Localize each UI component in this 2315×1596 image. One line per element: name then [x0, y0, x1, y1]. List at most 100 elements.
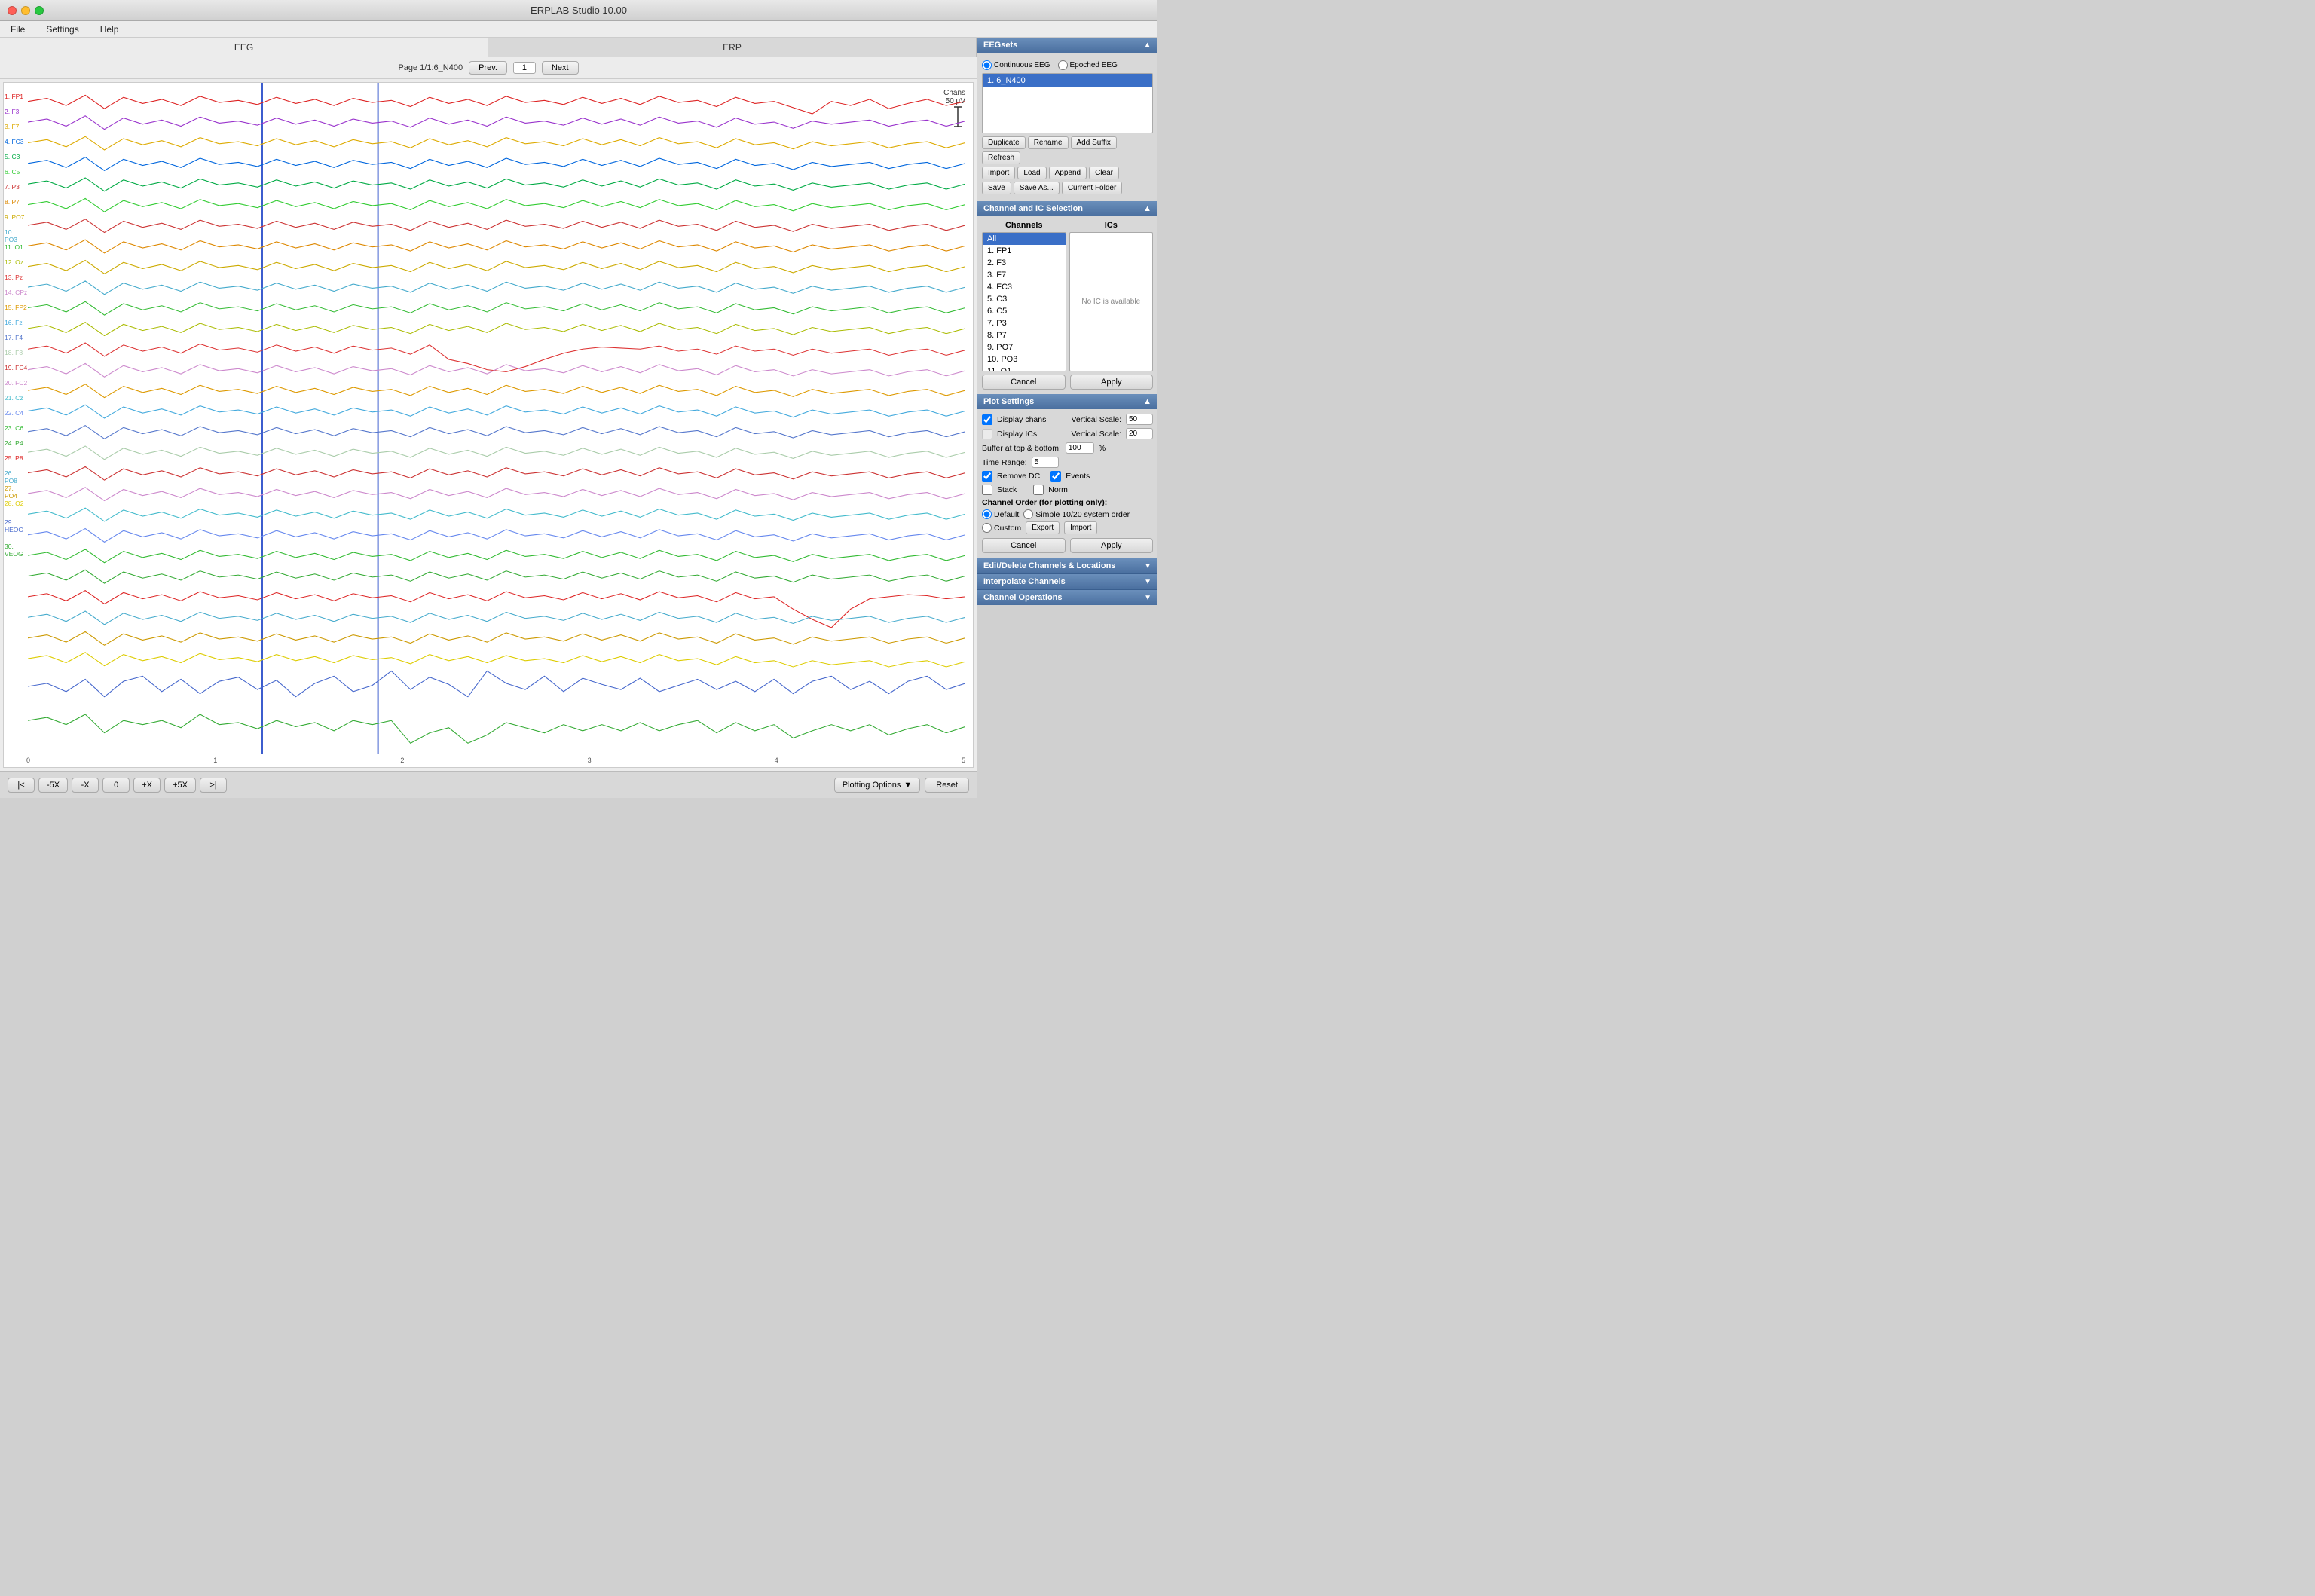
vertical-scale-label-ics: Vertical Scale: — [1071, 430, 1121, 439]
nav-minusx-button[interactable]: -X — [72, 778, 99, 793]
display-chans-checkbox[interactable] — [982, 414, 992, 425]
default-order-option[interactable]: Default — [982, 509, 1019, 519]
append-button[interactable]: Append — [1049, 167, 1087, 179]
interpolate-section[interactable]: Interpolate Channels ▼ — [977, 573, 1158, 589]
load-button[interactable]: Load — [1017, 167, 1046, 179]
eegset-item-1[interactable]: 1. 6_N400 — [983, 74, 1152, 87]
default-order-radio[interactable] — [982, 509, 992, 519]
epoched-eeg-radio[interactable] — [1058, 60, 1068, 70]
toolbar-right: Plotting Options ▼ Reset — [834, 778, 969, 793]
ics-scale-input[interactable] — [1126, 428, 1153, 439]
close-button[interactable] — [8, 6, 17, 15]
display-ics-checkbox[interactable] — [982, 429, 992, 439]
channel-6[interactable]: 6. C5 — [983, 305, 1066, 317]
rename-button[interactable]: Rename — [1028, 136, 1069, 149]
menu-settings[interactable]: Settings — [41, 23, 83, 36]
channel-list[interactable]: All 1. FP1 2. F3 3. F7 4. FC3 5. C3 6. C… — [982, 232, 1066, 371]
channel-2[interactable]: 2. F3 — [983, 257, 1066, 269]
nav-zero-button[interactable]: 0 — [102, 778, 130, 793]
channel-11[interactable]: 11. O1 — [983, 365, 1066, 371]
minimize-button[interactable] — [21, 6, 30, 15]
chan-label-30: 30. VEOG — [5, 543, 28, 558]
custom-order-radio[interactable] — [982, 523, 992, 533]
export-order-button[interactable]: Export — [1026, 521, 1060, 534]
chan-ic-action-buttons: Cancel Apply — [982, 375, 1153, 390]
eegsets-header: EEGsets ▲ — [977, 38, 1158, 53]
vertical-scale-label-chans: Vertical Scale: — [1071, 415, 1121, 424]
reset-button[interactable]: Reset — [925, 778, 969, 793]
tab-eeg[interactable]: EEG — [0, 38, 488, 57]
edit-channels-label: Edit/Delete Channels & Locations — [983, 561, 1115, 570]
chan-apply-button[interactable]: Apply — [1070, 375, 1154, 390]
channel-3[interactable]: 3. F7 — [983, 269, 1066, 281]
import-button[interactable]: Import — [982, 167, 1015, 179]
nav-last-button[interactable]: >| — [200, 778, 227, 793]
x-axis: 0 1 2 3 4 5 — [26, 757, 965, 764]
add-suffix-button[interactable]: Add Suffix — [1071, 136, 1117, 149]
nav-plusx-button[interactable]: +X — [133, 778, 161, 793]
refresh-button[interactable]: Refresh — [982, 151, 1020, 164]
eegset-list: 1. 6_N400 — [982, 73, 1153, 133]
page-input[interactable] — [513, 62, 536, 74]
buffer-input[interactable] — [1066, 442, 1094, 454]
continuous-eeg-radio[interactable] — [982, 60, 992, 70]
x-tick-4: 4 — [775, 757, 778, 764]
edit-channels-arrow-icon: ▼ — [1144, 562, 1151, 570]
save-button[interactable]: Save — [982, 182, 1011, 194]
maximize-button[interactable] — [35, 6, 44, 15]
channel-5[interactable]: 5. C3 — [983, 293, 1066, 305]
menu-file[interactable]: File — [6, 23, 29, 36]
eeg-type-radio: Continuous EEG Epoched EEG — [982, 57, 1153, 73]
channel-10[interactable]: 10. PO3 — [983, 353, 1066, 365]
simple1020-order-option[interactable]: Simple 10/20 system order — [1023, 509, 1130, 519]
eegsets-scroll-icon: ▲ — [1143, 41, 1151, 50]
eegsets-action-buttons: Duplicate Rename Add Suffix Refresh — [982, 136, 1153, 164]
chan-label-25: 25. P8 — [5, 454, 23, 462]
save-as-button[interactable]: Save As... — [1014, 182, 1060, 194]
current-folder-button[interactable]: Current Folder — [1062, 182, 1122, 194]
chan-label-6: 6. C5 — [5, 168, 20, 176]
channel-ops-section[interactable]: Channel Operations ▼ — [977, 589, 1158, 605]
prev-button[interactable]: Prev. — [469, 61, 507, 75]
events-checkbox[interactable] — [1050, 471, 1061, 482]
menu-help[interactable]: Help — [96, 23, 124, 36]
chan-cancel-button[interactable]: Cancel — [982, 375, 1066, 390]
channel-ops-label: Channel Operations — [983, 593, 1063, 602]
edit-channels-section[interactable]: Edit/Delete Channels & Locations ▼ — [977, 558, 1158, 573]
duplicate-button[interactable]: Duplicate — [982, 136, 1026, 149]
nav-minus5x-button[interactable]: -5X — [38, 778, 68, 793]
norm-checkbox[interactable] — [1033, 485, 1044, 495]
nav-plus5x-button[interactable]: +5X — [164, 778, 196, 793]
channel-7[interactable]: 7. P3 — [983, 317, 1066, 329]
channel-1[interactable]: 1. FP1 — [983, 245, 1066, 257]
import-order-button[interactable]: Import — [1064, 521, 1097, 534]
next-button[interactable]: Next — [542, 61, 579, 75]
simple1020-order-radio[interactable] — [1023, 509, 1033, 519]
channel-8[interactable]: 8. P7 — [983, 329, 1066, 341]
chan-label-13: 13. Pz — [5, 274, 23, 281]
epoched-eeg-option[interactable]: Epoched EEG — [1058, 60, 1118, 70]
channel-9[interactable]: 9. PO7 — [983, 341, 1066, 353]
nav-first-button[interactable]: |< — [8, 778, 35, 793]
ic-list: No IC is available — [1069, 232, 1154, 371]
ps-apply-button[interactable]: Apply — [1070, 538, 1154, 553]
plot-settings-buttons: Cancel Apply — [982, 538, 1153, 553]
chan-label-11: 11. O1 — [5, 243, 23, 251]
time-range-input[interactable] — [1032, 457, 1059, 468]
clear-button[interactable]: Clear — [1089, 167, 1119, 179]
chans-scale-input[interactable] — [1126, 414, 1153, 425]
channel-4[interactable]: 4. FC3 — [983, 281, 1066, 293]
tab-erp[interactable]: ERP — [488, 38, 977, 57]
remove-dc-checkbox[interactable] — [982, 471, 992, 482]
stack-checkbox[interactable] — [982, 485, 992, 495]
custom-order-option[interactable]: Custom — [982, 523, 1021, 533]
channel-all[interactable]: All — [983, 233, 1066, 245]
channel-order-label: Channel Order (for plotting only): — [982, 498, 1153, 507]
continuous-eeg-option[interactable]: Continuous EEG — [982, 60, 1050, 70]
default-order-label: Default — [994, 510, 1019, 519]
custom-order-row: Custom Export Import — [982, 521, 1153, 534]
ps-cancel-button[interactable]: Cancel — [982, 538, 1066, 553]
chan-label-29: 29. HEOG — [5, 518, 28, 534]
plotting-options-button[interactable]: Plotting Options ▼ — [834, 778, 921, 793]
window-title: ERPLAB Studio 10.00 — [531, 5, 627, 16]
